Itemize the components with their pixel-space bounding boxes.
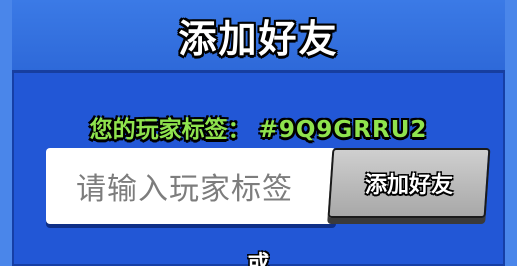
- dialog-header: 添加好友: [12, 0, 505, 73]
- add-friend-button-label: 添加好友: [364, 173, 453, 198]
- or-divider-text: 或: [247, 252, 270, 266]
- player-tag-value[interactable]: #9Q9GRRU2: [259, 117, 428, 143]
- dialog-title: 添加好友: [178, 17, 339, 61]
- add-friend-screen: 添加好友 您的玩家标签： #9Q9GRRU2 请输入玩家标签 添加好友 或: [0, 0, 517, 266]
- player-tag-line: 您的玩家标签： #9Q9GRRU2: [0, 110, 517, 144]
- player-tag-input[interactable]: 请输入玩家标签: [46, 148, 336, 224]
- player-tag-input-placeholder: 请输入玩家标签: [76, 172, 293, 207]
- add-friend-button[interactable]: 添加好友: [327, 148, 491, 218]
- player-tag-label: 您的玩家标签：: [89, 117, 251, 143]
